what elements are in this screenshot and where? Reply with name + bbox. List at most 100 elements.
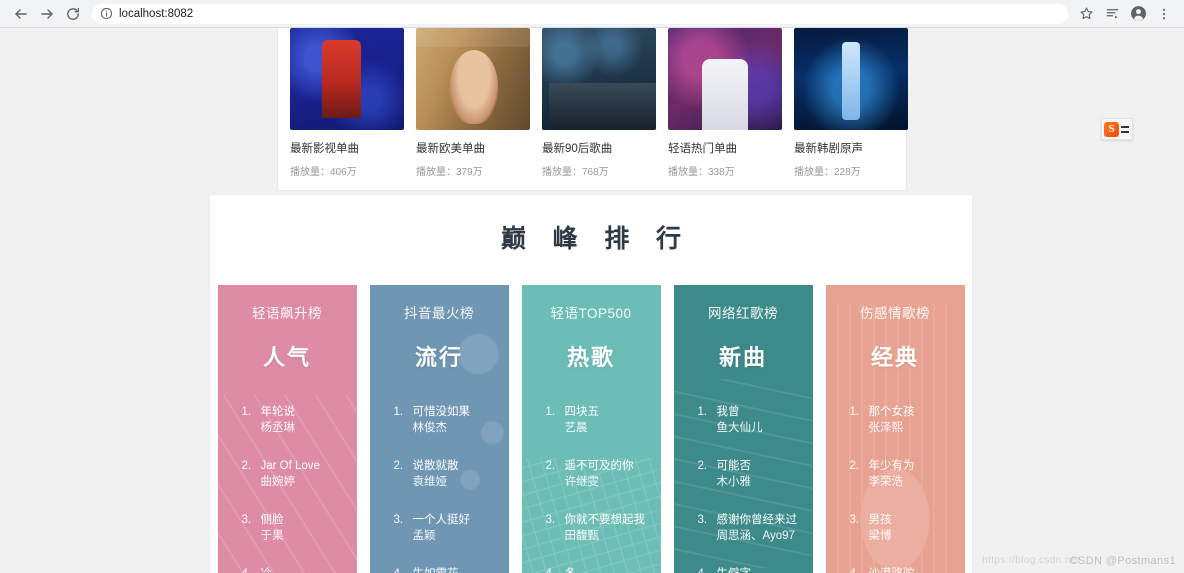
- song-title: 遥不可及的你: [564, 460, 634, 472]
- song-list-item[interactable]: 2. 年少有为 李荣浩: [826, 458, 965, 491]
- song-artist: 梁博: [868, 530, 892, 542]
- song-list-item[interactable]: 2. Jar Of Love 曲婉婷: [218, 458, 357, 491]
- site-info-icon[interactable]: [100, 7, 113, 20]
- song-title: 男孩: [868, 514, 892, 526]
- song-rank-number: 4.: [242, 566, 261, 573]
- song-artist: 袁维娅: [412, 476, 448, 488]
- ranking-title: 人气: [262, 345, 311, 370]
- song-artist: 张泽熙: [868, 422, 904, 434]
- playlist-thumbnail[interactable]: [542, 28, 656, 130]
- playlist-card[interactable]: 最新90后歌曲 播放量：768万: [536, 28, 662, 178]
- star-icon[interactable]: [1074, 2, 1098, 26]
- song-list-item[interactable]: 1. 我曾 鱼大仙儿: [674, 404, 813, 437]
- song-rank-number: 2.: [241, 460, 252, 472]
- playlist-card[interactable]: 轻语热门单曲 播放量：338万: [662, 28, 788, 178]
- song-list-item[interactable]: 4.沙漠骆驼展展与罗罗: [826, 566, 965, 573]
- reload-button[interactable]: [60, 1, 86, 27]
- playlist-card[interactable]: 最新韩剧原声 播放量：228万: [788, 28, 914, 178]
- url-text: localhost:8082: [119, 7, 194, 20]
- song-list: 1. 那个女孩张泽熙 2. 年少有为李荣浩 3. 男孩梁博 4.沙漠骆驼展展与罗罗: [826, 372, 965, 573]
- song-title: 可惜没如果: [412, 406, 471, 418]
- song-title: 可能否: [716, 460, 752, 472]
- ranking-title: 新曲: [718, 345, 767, 370]
- song-list-item[interactable]: 3. 一个人挺好孟颖: [370, 512, 509, 545]
- song-rank-number: 4.: [850, 566, 869, 573]
- song-list-item[interactable]: 1. 可惜没如果 林俊杰: [370, 404, 509, 437]
- ranking-card[interactable]: 网络红歌榜 新曲 1. 我曾 鱼大仙儿 2. 可能否 木小雅 3. 感谢你曾经来过 周思涵、Ayo9…: [673, 285, 813, 573]
- playlist-thumbnail[interactable]: [668, 28, 782, 130]
- song-rank-number: 2.: [393, 460, 404, 472]
- ranking-subtitle: 轻语飙升榜: [252, 306, 322, 321]
- song-artist: 孟颖: [412, 530, 436, 542]
- song-rank-number: 2.: [545, 460, 556, 472]
- reading-list-icon[interactable]: [1100, 2, 1124, 26]
- watermark: https://blog.csdn.net CSDN @Postmans1: [982, 555, 1176, 567]
- song-title: 年轮说: [260, 406, 296, 418]
- ranking-card[interactable]: 轻语TOP500 热歌 1. 四块五 艺晨 2. 遥不可及的你 许继雯 3. 你就不要想起我 田馥甄…: [521, 285, 661, 573]
- ranking-card[interactable]: 轻语飙升榜人气 1. 年轮说杨丞琳 2. Jar Of Love 曲婉婷 3. 侧脸于果 4.冷…: [217, 285, 357, 573]
- ranking-title: 经典: [870, 345, 919, 370]
- ranking-panel: 巅 峰 排 行 轻语飙升榜 人气 1. 年轮说 杨丞琳 2. Jar Of Love 曲婉婷 3…: [209, 194, 973, 573]
- profile-avatar-icon[interactable]: [1126, 2, 1150, 26]
- song-artist: 李荣浩: [868, 476, 904, 488]
- playlist-title: 最新欧美单曲: [416, 143, 485, 155]
- extension-menu-icon[interactable]: [1121, 125, 1129, 133]
- ranking-subtitle: 伤感情歌榜: [860, 306, 930, 321]
- song-list-item[interactable]: 2. 遥不可及的你 许继雯: [522, 458, 661, 491]
- playlist-thumbnail[interactable]: [416, 28, 530, 130]
- song-artist: 周思涵、Ayo97: [716, 530, 795, 542]
- song-rank-number: 3.: [545, 514, 556, 526]
- kebab-menu-icon[interactable]: [1152, 2, 1176, 26]
- song-artist: 田馥甄: [564, 530, 600, 542]
- song-rank-number: 3.: [849, 514, 860, 526]
- browser-extension-widget[interactable]: S: [1101, 118, 1133, 140]
- song-list-item[interactable]: 1. 年轮说杨丞琳: [218, 404, 357, 437]
- song-list: 1. 年轮说杨丞琳 2. Jar Of Love 曲婉婷 3. 侧脸于果 4.冷莫文蔚: [218, 372, 357, 573]
- song-rank-number: 1.: [697, 406, 708, 418]
- playlist-thumbnail[interactable]: [794, 28, 908, 130]
- ranking-subtitle: 轻语TOP500: [550, 306, 632, 321]
- ranking-card-header: 轻语飙升榜 人气: [218, 285, 357, 372]
- ranking-card[interactable]: 伤感情歌榜经典 1. 那个女孩张泽熙 2. 年少有为李荣浩 3. 男孩梁博 4.沙漠骆驼展展与…: [825, 285, 965, 573]
- song-artist: 杨丞琳: [260, 422, 296, 434]
- ranking-card[interactable]: 抖音最火榜流行 1. 可惜没如果林俊杰 2. 说散就散袁维娅 3. 一个人挺好孟颖 4.生如雪…: [369, 285, 509, 573]
- song-list-item[interactable]: 3. 侧脸 于果: [218, 512, 357, 545]
- song-list-item[interactable]: 4.生僻字陈珂与: [674, 566, 813, 573]
- playlist-thumbnail[interactable]: [290, 28, 404, 130]
- address-bar[interactable]: localhost:8082: [92, 3, 1068, 24]
- song-list-item[interactable]: 4.生如雪花马天宇: [370, 566, 509, 573]
- song-list-item[interactable]: 3. 你就不要想起我 田馥甄: [522, 512, 661, 545]
- song-list-item[interactable]: 2. 说散就散 袁维娅: [370, 458, 509, 491]
- song-title: 冷: [261, 566, 296, 573]
- song-list-item[interactable]: 1. 那个女孩 张泽熙: [826, 404, 965, 437]
- song-list-item[interactable]: 1. 四块五 艺晨: [522, 404, 661, 437]
- playlist-card[interactable]: 最新欧美单曲 播放量：379万: [410, 28, 536, 178]
- playlist-play-count: 播放量：406万: [290, 167, 357, 178]
- song-title: 四块五: [564, 406, 600, 418]
- song-list-item[interactable]: 4.冬好妹妹: [522, 566, 661, 573]
- song-artist: 鱼大仙儿: [716, 422, 763, 434]
- watermark-url: https://blog.csdn.net: [982, 555, 1080, 566]
- ranking-grid: 轻语飙升榜人气1.年轮说杨丞琳2.Jar Of Love曲婉婷3.侧脸于果4.冷…: [210, 255, 972, 573]
- playlist-play-count: 播放量：379万: [416, 167, 483, 178]
- playlist-card[interactable]: 最新影视单曲 播放量：406万: [284, 28, 410, 178]
- song-list-item[interactable]: 3. 男孩梁博: [826, 512, 965, 545]
- song-list: 1. 可惜没如果林俊杰 2. 说散就散袁维娅 3. 一个人挺好孟颖 4.生如雪花马天宇: [370, 372, 509, 573]
- song-title: Jar Of Love: [260, 460, 320, 472]
- song-rank-number: 2.: [849, 460, 860, 472]
- song-list-item[interactable]: 4.冷莫文蔚: [218, 566, 357, 573]
- forward-button[interactable]: [34, 1, 60, 27]
- song-artist: 木小雅: [716, 476, 752, 488]
- back-button[interactable]: [8, 1, 34, 27]
- extension-logo-icon: S: [1104, 121, 1119, 137]
- song-rank-number: 4.: [698, 566, 717, 573]
- browser-actions: [1074, 2, 1176, 26]
- song-rank-number: 3.: [393, 514, 404, 526]
- song-title: 一个人挺好: [412, 514, 471, 526]
- song-list-item[interactable]: 3. 感谢你曾经来过 周思涵、Ayo97: [674, 512, 813, 545]
- watermark-text: CSDN @Postmans1: [1069, 555, 1176, 567]
- song-list-item[interactable]: 2. 可能否 木小雅: [674, 458, 813, 491]
- song-rank-number: 1.: [241, 406, 252, 418]
- song-artist: 许继雯: [564, 476, 600, 488]
- song-rank-number: 4.: [546, 566, 565, 573]
